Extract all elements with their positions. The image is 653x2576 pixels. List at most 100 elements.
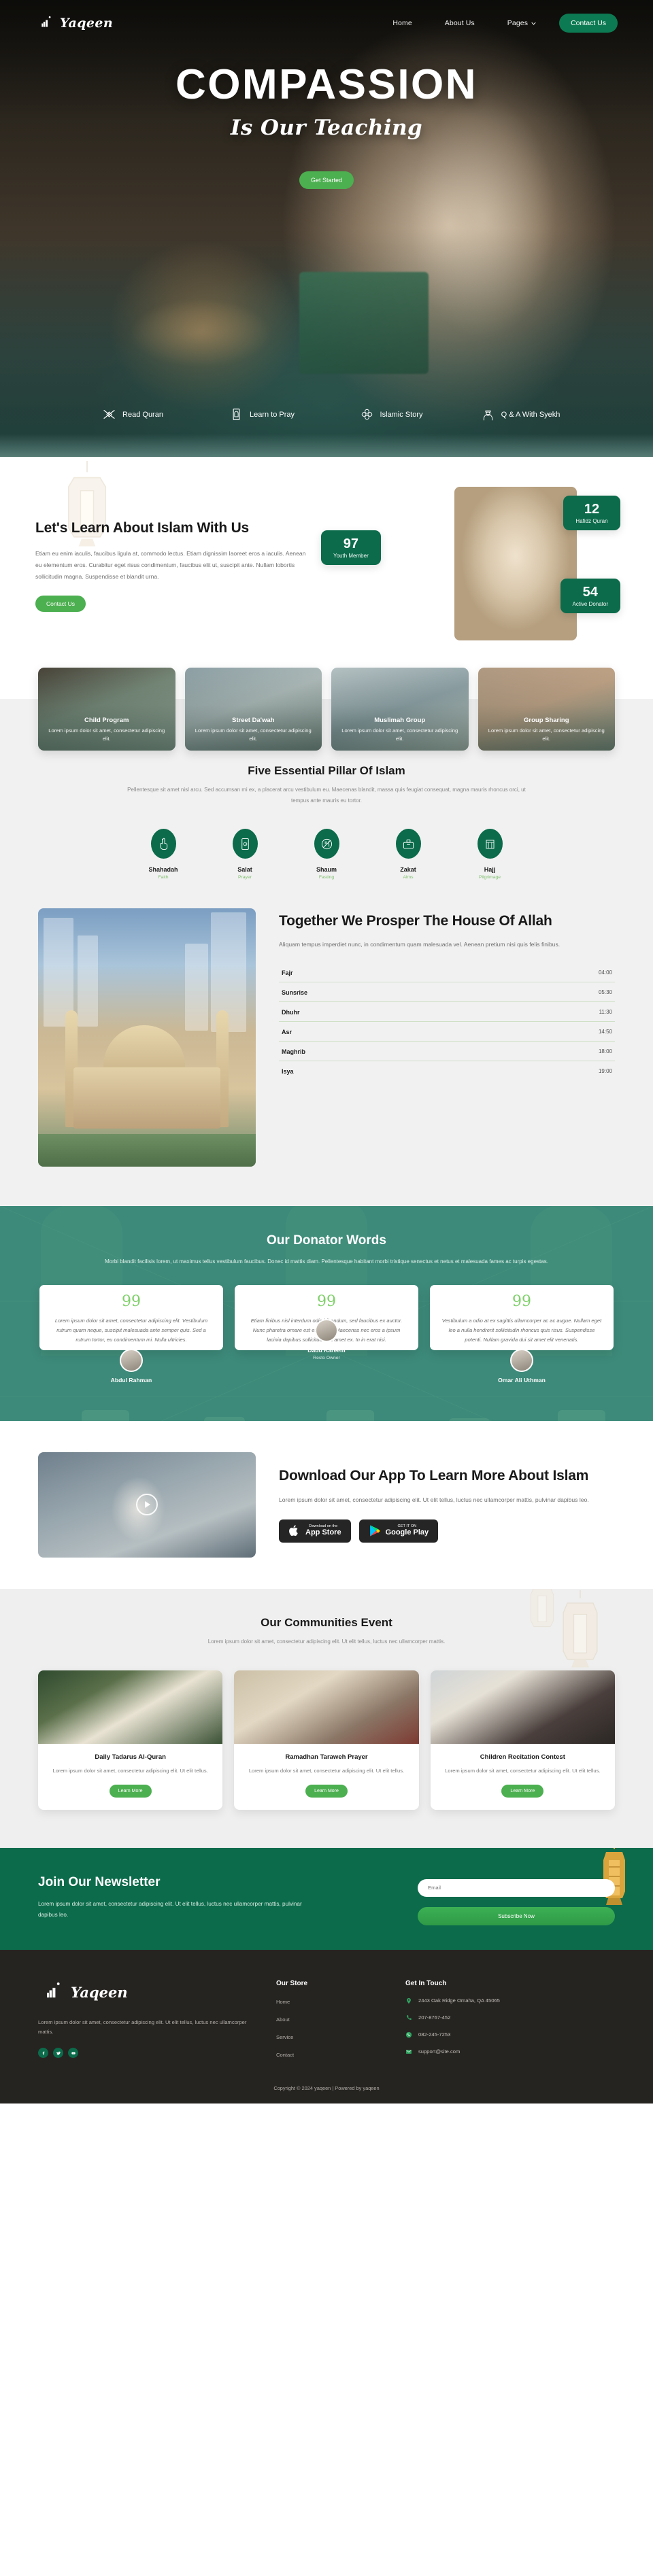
prayer-time: 19:00 bbox=[598, 1068, 612, 1075]
feature-learn-to-pray[interactable]: Learn to Pray bbox=[197, 407, 326, 422]
mosque-photo bbox=[38, 908, 256, 1167]
newsletter-email-input[interactable] bbox=[418, 1878, 615, 1897]
testimonial-name: Abdul Rahman bbox=[110, 1376, 152, 1384]
facebook-link[interactable] bbox=[38, 2048, 48, 2059]
contact-us-button[interactable]: Contact Us bbox=[559, 14, 618, 33]
program-card-text: Child Program Lorem ipsum dolor sit amet… bbox=[38, 717, 175, 743]
hero-bottom-fade bbox=[0, 434, 653, 457]
pillar-row: Shahadah Faith Salat Prayer Shaum Fastin… bbox=[0, 829, 653, 880]
whatsapp-icon bbox=[405, 2031, 412, 2038]
communities-event-section: Our Communities Event Lorem ipsum dolor … bbox=[0, 1588, 653, 1848]
social-links bbox=[38, 2048, 263, 2059]
store-small-label: GET IT ON bbox=[397, 1524, 417, 1528]
footer-link-service[interactable]: Service bbox=[276, 2034, 392, 2040]
foreground-grass bbox=[38, 1134, 256, 1167]
prayer-row: Isya 19:00 bbox=[279, 1061, 615, 1080]
footer-desc: Lorem ipsum dolor sit amet, consectetur … bbox=[38, 2019, 247, 2035]
testimonial-quote: Lorem ipsum dolor sit amet, consectetur … bbox=[54, 1317, 208, 1343]
footer-link-about[interactable]: About bbox=[276, 2016, 392, 2023]
google-play-button[interactable]: GET IT ON Google Play bbox=[358, 1519, 439, 1543]
quote-mark-icon: 99 bbox=[317, 1293, 336, 1311]
program-card-desc: Lorem ipsum dolor sit amet, consectetur … bbox=[341, 727, 458, 742]
event-card-title: Daily Tadarus Al-Quran bbox=[95, 1753, 166, 1761]
quran-icon bbox=[103, 409, 115, 419]
learn-contact-us-button[interactable]: Contact Us bbox=[35, 596, 86, 613]
pillar-icon-wrap bbox=[232, 829, 258, 859]
donator-words-section: Our Donator Words Morbi blandit facilisi… bbox=[0, 1206, 653, 1421]
five-pillars-section: Five Essential Pillar Of Islam Pellentes… bbox=[0, 752, 653, 909]
footer-columns: Yaqeen Lorem ipsum dolor sit amet, conse… bbox=[38, 1980, 615, 2059]
pillar-icon-wrap bbox=[150, 829, 176, 859]
program-card-text: Group Sharing Lorem ipsum dolor sit amet… bbox=[478, 717, 616, 743]
testimonial-role: Resto Owner bbox=[313, 1355, 340, 1360]
youtube-link[interactable] bbox=[68, 2048, 78, 2059]
nav-link-about-us[interactable]: About Us bbox=[429, 14, 491, 33]
learn-more-button[interactable]: Learn More bbox=[501, 1784, 544, 1798]
program-card-desc: Lorem ipsum dolor sit amet, consectetur … bbox=[195, 727, 312, 742]
footer-logo[interactable]: Yaqeen bbox=[38, 1980, 263, 2006]
get-started-button[interactable]: Get Started bbox=[299, 171, 354, 189]
program-card-title: Muslimah Group bbox=[374, 716, 426, 724]
footer-link-home[interactable]: Home bbox=[276, 1999, 392, 2005]
program-card-muslimah-group[interactable]: Muslimah Group Lorem ipsum dolor sit ame… bbox=[331, 668, 469, 751]
feature-islamic-story[interactable]: Islamic Story bbox=[326, 407, 456, 422]
pillar-sub: Alms bbox=[403, 875, 414, 880]
footer-link-contact[interactable]: Contact bbox=[276, 2052, 392, 2058]
footer-contact-email[interactable]: support@site.com bbox=[405, 2048, 615, 2055]
event-card-children-recitation[interactable]: Children Recitation Contest Lorem ipsum … bbox=[430, 1670, 615, 1810]
testimonial-author: Omar Ali Uthman bbox=[430, 1348, 614, 1386]
subscribe-now-button[interactable]: Subscribe Now bbox=[418, 1906, 615, 1925]
footer-contact-phone[interactable]: 207-8767-452 bbox=[405, 2014, 615, 2021]
brand-logo[interactable]: Yaqeen bbox=[35, 14, 113, 33]
hero-content: COMPASSION Is Our Teaching Get Started bbox=[0, 64, 653, 189]
program-card-street-dawah[interactable]: Street Da'wah Lorem ipsum dolor sit amet… bbox=[184, 668, 322, 751]
learn-more-button[interactable]: Learn More bbox=[305, 1784, 348, 1798]
feature-qa-with-syekh[interactable]: Q & A With Syekh bbox=[456, 407, 585, 422]
prayer-inner: Together We Prosper The House Of Allah A… bbox=[0, 908, 653, 1167]
feature-read-quran[interactable]: Read Quran bbox=[68, 407, 197, 422]
learn-text-column: Let's Learn About Islam With Us Etiam eu… bbox=[35, 487, 307, 640]
avatar bbox=[510, 1348, 533, 1372]
landing-page: Yaqeen Home About Us Pages Contact Us CO… bbox=[0, 0, 653, 2104]
pillar-hajj[interactable]: Hajj Pilgrimage bbox=[469, 829, 511, 880]
pillar-shaum[interactable]: Shaum Fasting bbox=[305, 829, 348, 880]
nav-link-pages[interactable]: Pages bbox=[491, 14, 552, 33]
app-title: Download Our App To Learn More About Isl… bbox=[279, 1467, 589, 1483]
program-card-child-program[interactable]: Child Program Lorem ipsum dolor sit amet… bbox=[38, 668, 175, 751]
prayer-row: Asr 14:50 bbox=[279, 1022, 615, 1042]
program-card-title: Child Program bbox=[84, 716, 129, 724]
event-card-desc: Lorem ipsum dolor sit amet, consectetur … bbox=[52, 1767, 208, 1774]
twitter-link[interactable] bbox=[53, 2048, 63, 2059]
event-card-daily-tadarus[interactable]: Daily Tadarus Al-Quran Lorem ipsum dolor… bbox=[38, 1670, 223, 1810]
app-store-button[interactable]: Download on the App Store bbox=[279, 1519, 351, 1543]
pillar-name: Shaum bbox=[316, 866, 337, 874]
nav-link-home[interactable]: Home bbox=[376, 14, 428, 33]
program-card-group-sharing[interactable]: Group Sharing Lorem ipsum dolor sit amet… bbox=[478, 668, 616, 751]
prayer-time: 18:00 bbox=[598, 1048, 612, 1055]
prayer-name: Asr bbox=[282, 1028, 292, 1035]
pillar-zakat[interactable]: Zakat Alms bbox=[387, 829, 429, 880]
event-card-desc: Lorem ipsum dolor sit amet, consectetur … bbox=[248, 1767, 405, 1774]
store-big-label: App Store bbox=[305, 1528, 341, 1537]
footer-contact-whatsapp[interactable]: 082-245-7253 bbox=[405, 2031, 615, 2038]
pillar-shahadah[interactable]: Shahadah Faith bbox=[142, 829, 184, 880]
footer-brand-name: Yaqeen bbox=[71, 1984, 128, 2002]
brand-name: Yaqeen bbox=[60, 16, 114, 31]
pillar-salat[interactable]: Salat Prayer bbox=[224, 829, 266, 880]
play-button[interactable] bbox=[136, 1494, 158, 1516]
pillar-icon-wrap bbox=[477, 829, 503, 859]
stat-value: 12 bbox=[584, 502, 600, 517]
footer-contact-text: 207-8767-452 bbox=[418, 2014, 451, 2021]
apple-icon bbox=[289, 1525, 298, 1536]
prayer-text-column: Together We Prosper The House Of Allah A… bbox=[279, 908, 615, 1080]
pillar-name: Zakat bbox=[400, 866, 416, 874]
app-video-thumbnail[interactable] bbox=[38, 1452, 256, 1558]
event-card-ramadhan-taraweh[interactable]: Ramadhan Taraweh Prayer Lorem ipsum dolo… bbox=[234, 1670, 419, 1810]
learn-more-button[interactable]: Learn More bbox=[109, 1784, 152, 1798]
stat-label: Active Donator bbox=[572, 601, 608, 607]
pillar-name: Shahadah bbox=[148, 866, 178, 874]
pillars-title: Five Essential Pillar Of Islam bbox=[248, 764, 405, 777]
newsletter-text: Join Our Newsletter Lorem ipsum dolor si… bbox=[38, 1875, 310, 1921]
program-card-desc: Lorem ipsum dolor sit amet, consectetur … bbox=[48, 727, 165, 742]
prayer-title: Together We Prosper The House Of Allah bbox=[279, 913, 552, 929]
